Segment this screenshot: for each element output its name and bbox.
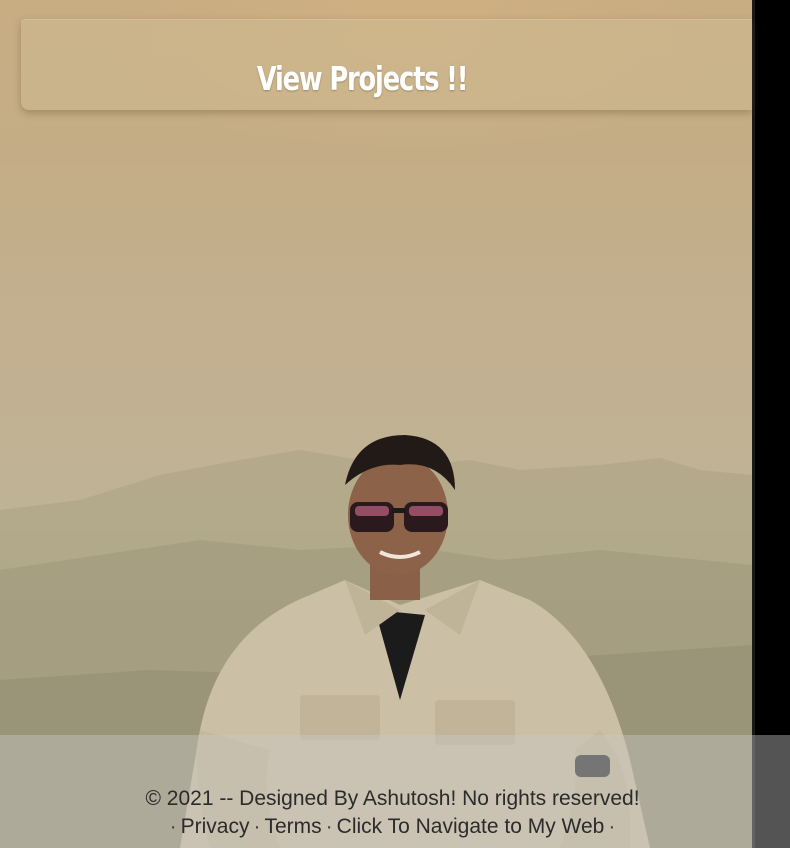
hero-background <box>0 0 752 848</box>
footer-separator: · <box>169 815 177 838</box>
view-projects-card[interactable]: View Projects !! <box>21 19 752 110</box>
footer-links: · Privacy · Terms · Click To Navigate to My W… <box>0 813 785 841</box>
footer-separator: · <box>608 815 616 838</box>
footer-separator: · <box>253 815 261 838</box>
footer-copyright: © 2021 -- Designed By Ashutosh! No right… <box>145 787 640 810</box>
footer-link-my-web[interactable]: Click To Navigate to My Web <box>337 815 605 838</box>
footer-content: © 2021 -- Designed By Ashutosh! No right… <box>0 785 785 841</box>
footer-link-terms[interactable]: Terms <box>265 815 322 838</box>
view-projects-button[interactable]: View Projects !! <box>96 59 628 98</box>
footer: © 2021 -- Designed By Ashutosh! No right… <box>0 735 790 848</box>
footer-separator: · <box>325 815 333 838</box>
scrollbar-edge <box>752 0 755 848</box>
footer-link-privacy[interactable]: Privacy <box>181 815 250 838</box>
window-scrollbar[interactable] <box>752 0 790 848</box>
